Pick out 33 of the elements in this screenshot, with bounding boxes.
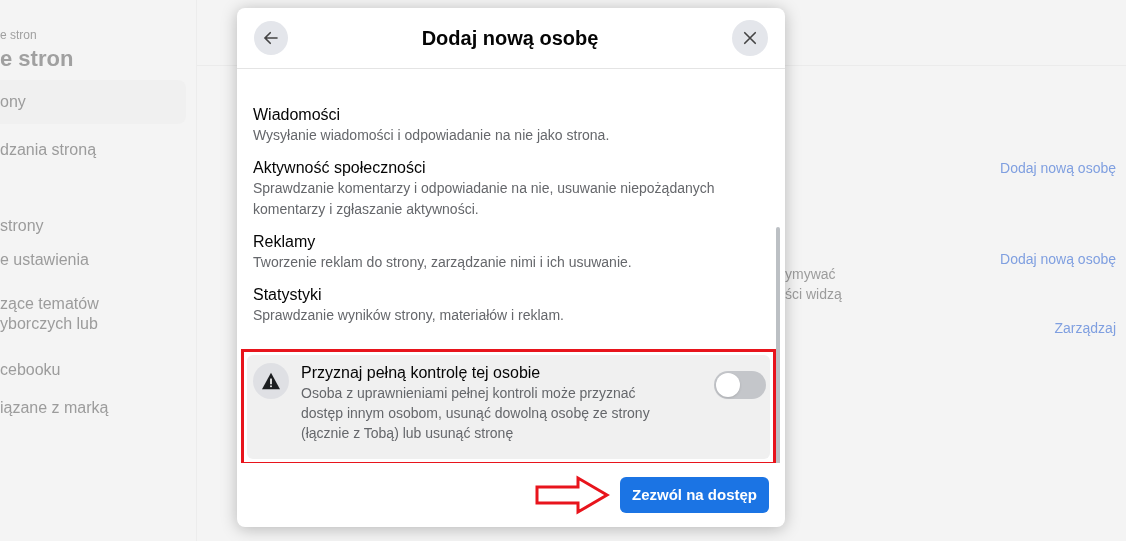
back-button[interactable]: [254, 21, 288, 55]
permission-title: Wiadomości: [253, 105, 342, 125]
sidebar-item[interactable]: e ustawienia: [0, 250, 186, 270]
sidebar-item[interactable]: iązane z marką: [0, 398, 186, 418]
permission-description: Tworzenie reklam do strony, zarządzanie nimi i ich usuwanie.: [253, 253, 633, 272]
sidebar-item[interactable]: cebooku: [0, 360, 186, 380]
annotation-arrow-icon: [534, 475, 610, 515]
close-icon: [741, 29, 759, 47]
grant-access-button[interactable]: Zezwól na dostęp: [620, 477, 769, 513]
sidebar-item[interactable]: strony: [0, 216, 186, 236]
link[interactable]: Zarządzaj: [1054, 318, 1116, 339]
warning-icon: [253, 363, 289, 399]
permission-description: Sprawdzanie wyników strony, materiałów i reklam.: [253, 306, 565, 325]
link[interactable]: Dodaj nową osobę: [1000, 158, 1116, 179]
permission-title: Statystyki: [253, 285, 323, 305]
permission-description: Sprawdzanie komentarzy i odpowiadanie na nie, usuwanie niepożądanych komentarzy i zgłaszanie aktywności.: [253, 179, 716, 219]
dialog-title: Dodaj nową osobę: [421, 26, 599, 51]
sidebar-title: e stron: [0, 46, 75, 72]
sidebar-item[interactable]: ony: [0, 80, 186, 124]
permission-title: Reklamy: [253, 232, 317, 252]
link[interactable]: Dodaj nową osobę: [1000, 249, 1116, 270]
full-control-description: Osoba z uprawnieniami pełnej kontroli może przyznać dostęp innym osobom, usunąć dowolną osobę ze strony (łącznie z Tobą) lub usunąć stronę: [301, 384, 651, 443]
sidebar-item[interactable]: dzania stroną: [0, 140, 186, 160]
background-text: ymywać ści widzą: [785, 265, 843, 304]
back-arrow-icon: [262, 29, 280, 47]
permission-description: Wysyłanie wiadomości i odpowiadanie na nie jako strona.: [253, 126, 611, 145]
full-control-title: Przyznaj pełną kontrolę tej osobie: [301, 363, 542, 383]
sidebar-item[interactable]: zące tematów yborczych lub: [0, 294, 186, 334]
scrollbar[interactable]: [776, 227, 780, 463]
close-button[interactable]: [732, 20, 768, 56]
breadcrumb: e stron: [0, 28, 38, 42]
permission-title: Aktywność społeczności: [253, 158, 427, 178]
toggle-switch[interactable]: [714, 371, 766, 399]
